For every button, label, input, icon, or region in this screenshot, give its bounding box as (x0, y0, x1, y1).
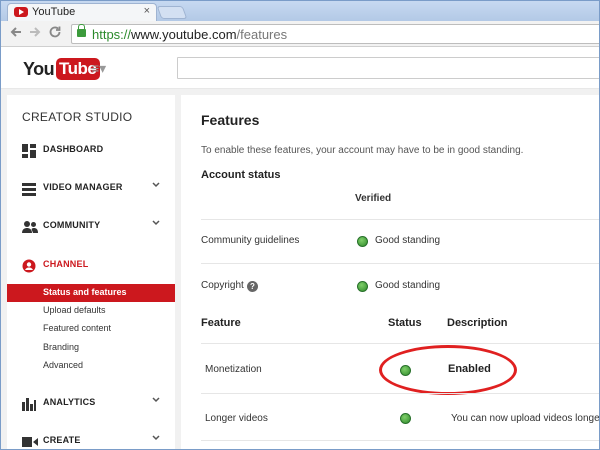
column-header-status: Status (388, 317, 422, 329)
dashboard-icon (22, 144, 36, 158)
browser-tab[interactable]: YouTube × (7, 3, 157, 21)
copyright-label: Copyright (201, 280, 244, 291)
column-header-description: Description (447, 317, 508, 329)
search-input[interactable] (177, 57, 599, 79)
sidebar-subitem-featured-content[interactable]: Featured content (7, 320, 175, 338)
youtube-favicon-icon (14, 7, 28, 17)
divider (201, 440, 599, 441)
back-arrow-icon[interactable] (9, 25, 23, 43)
sidebar-subitem-advanced[interactable]: Advanced (7, 357, 175, 375)
column-header-feature: Feature (201, 317, 241, 329)
feature-longer-videos-label: Longer videos (205, 413, 268, 424)
chevron-down-icon[interactable] (151, 395, 161, 408)
sidebar-item-community[interactable]: COMMUNITY (7, 216, 175, 238)
help-icon[interactable]: ? (247, 281, 258, 292)
reload-icon[interactable] (48, 25, 62, 43)
page-body: CREATOR STUDIO DASHBOARD VIDEO MANAGER C… (1, 89, 600, 449)
chevron-down-icon[interactable] (151, 433, 161, 446)
sidebar-item-channel[interactable]: CHANNEL (7, 255, 175, 277)
analytics-icon (22, 397, 36, 411)
status-dot-icon (357, 281, 368, 292)
creator-studio-sidebar: CREATOR STUDIO DASHBOARD VIDEO MANAGER C… (7, 95, 175, 449)
sidebar-subitem-status-and-features[interactable]: Status and features (7, 284, 175, 302)
address-bar[interactable]: https://www.youtube.com/features (71, 24, 599, 44)
sidebar-subitem-upload-defaults[interactable]: Upload defaults (7, 302, 175, 320)
tab-strip: YouTube × (1, 1, 599, 21)
channel-icon (22, 259, 36, 273)
account-status-heading: Account status (201, 169, 281, 181)
sidebar-item-create[interactable]: CREATE (7, 431, 175, 449)
guide-menu-icon[interactable]: ≡▾ (91, 60, 106, 77)
lock-icon (77, 24, 86, 37)
community-guidelines-status: Good standing (375, 235, 441, 246)
sidebar-item-video-manager[interactable]: VIDEO MANAGER (7, 178, 175, 200)
sidebar-item-analytics[interactable]: ANALYTICS (7, 393, 175, 415)
community-guidelines-label: Community guidelines (201, 235, 300, 246)
browser-window: YouTube × https://www.youtube.com/featur… (0, 0, 600, 450)
feature-monetization-label: Monetization (205, 364, 262, 375)
youtube-header: You Tube ≡▾ (1, 47, 599, 89)
tab-title: YouTube (32, 6, 76, 18)
features-panel: Features To enable these features, your … (181, 95, 600, 449)
chevron-down-icon[interactable] (151, 180, 161, 193)
verified-status: Verified (355, 193, 392, 204)
intro-text: To enable these features, your account m… (201, 145, 524, 156)
divider (201, 219, 599, 220)
sidebar-item-dashboard[interactable]: DASHBOARD (7, 140, 175, 162)
divider (201, 393, 599, 394)
url-text: https://www.youtube.com/features (92, 27, 288, 42)
feature-longer-videos-description: You can now upload videos longe (451, 413, 600, 424)
divider (201, 263, 599, 264)
forward-arrow-icon[interactable] (28, 25, 42, 43)
community-icon (22, 220, 38, 234)
new-tab-button[interactable] (156, 6, 188, 19)
video-manager-icon (22, 182, 36, 196)
highlight-annotation (379, 345, 517, 395)
chevron-down-icon[interactable] (151, 218, 161, 231)
status-dot-icon (400, 413, 411, 424)
tab-close-icon[interactable]: × (144, 5, 150, 17)
page-title: Features (201, 112, 260, 128)
creator-studio-title: CREATOR STUDIO (22, 110, 133, 124)
browser-toolbar: https://www.youtube.com/features (1, 21, 599, 47)
divider (201, 343, 599, 344)
create-icon (22, 435, 38, 449)
status-dot-icon (357, 236, 368, 247)
sidebar-subitem-branding[interactable]: Branding (7, 339, 175, 357)
copyright-status: Good standing (375, 280, 441, 291)
